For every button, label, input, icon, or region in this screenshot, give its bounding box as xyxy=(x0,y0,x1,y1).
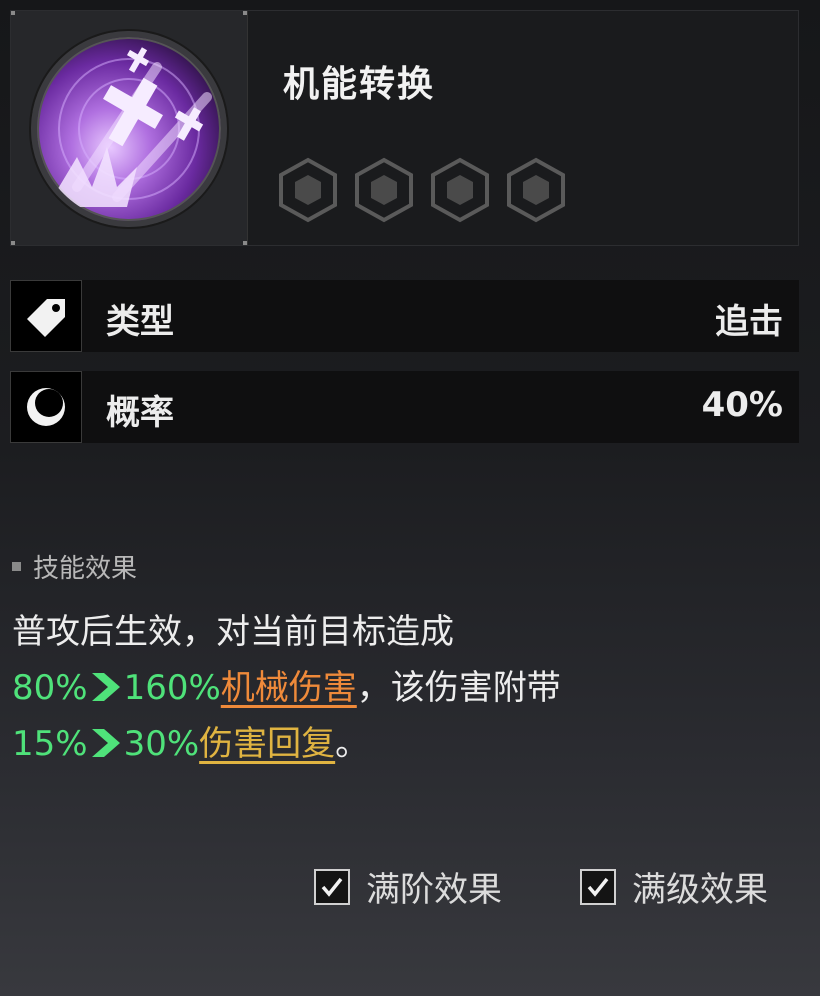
max-level-toggle[interactable]: 满级效果 xyxy=(580,862,768,911)
max-rank-label: 满阶效果 xyxy=(366,870,502,910)
checkmark-icon xyxy=(587,877,609,897)
type-value: 追击 xyxy=(715,302,783,342)
max-rank-checkbox[interactable] xyxy=(314,868,350,905)
moon-icon xyxy=(10,371,82,443)
effect-description: 普攻后生效，对当前目标造成 80% 160%机械伤害，该伤害附带 15% 30%伤害… xyxy=(12,604,561,772)
max-rank-toggle[interactable]: 满阶效果 xyxy=(314,862,502,911)
rank-hexagon-icon xyxy=(507,157,565,223)
damage-max-value: 160% xyxy=(123,668,221,708)
damage-heal-keyword[interactable]: 伤害回复 xyxy=(199,724,335,764)
damage-base-value: 80% xyxy=(12,668,88,708)
mechanical-damage-keyword[interactable]: 机械伤害 xyxy=(221,668,357,708)
checkmark-icon xyxy=(321,877,343,897)
effect-line-1: 普攻后生效，对当前目标造成 xyxy=(12,612,454,652)
type-row: 类型 追击 xyxy=(10,280,799,352)
probability-label: 概率 xyxy=(106,393,174,433)
skill-icon xyxy=(31,31,227,227)
effect-line-3-rest: 。 xyxy=(335,724,370,764)
skill-header: 机能转换 xyxy=(10,10,799,246)
rank-stars xyxy=(277,157,567,223)
heal-base-value: 15% xyxy=(12,724,88,764)
tag-icon xyxy=(10,280,82,352)
max-level-checkbox[interactable] xyxy=(580,868,616,905)
skill-icon-frame xyxy=(11,11,248,245)
rank-hexagon-icon xyxy=(355,157,413,223)
effect-line-3: 15% 30%伤害回复。 xyxy=(12,716,561,772)
probability-row: 概率 40% xyxy=(10,371,799,443)
effect-section-label: 技能效果 xyxy=(33,554,138,584)
probability-value: 40% xyxy=(701,385,783,425)
arrow-right-icon xyxy=(91,673,120,701)
max-level-label: 满级效果 xyxy=(632,870,768,910)
effect-line-2-rest: ，该伤害附带 xyxy=(356,668,561,708)
heal-max-value: 30% xyxy=(123,724,200,764)
rank-hexagon-icon xyxy=(431,157,489,223)
rank-hexagon-icon xyxy=(279,157,337,223)
effect-section-title: 技能效果 xyxy=(12,548,137,585)
type-label: 类型 xyxy=(106,302,174,342)
skill-title: 机能转换 xyxy=(283,64,436,105)
arrow-right-icon xyxy=(91,729,120,757)
bullet-square xyxy=(12,562,21,571)
effect-line-2: 80% 160%机械伤害，该伤害附带 xyxy=(12,660,561,716)
